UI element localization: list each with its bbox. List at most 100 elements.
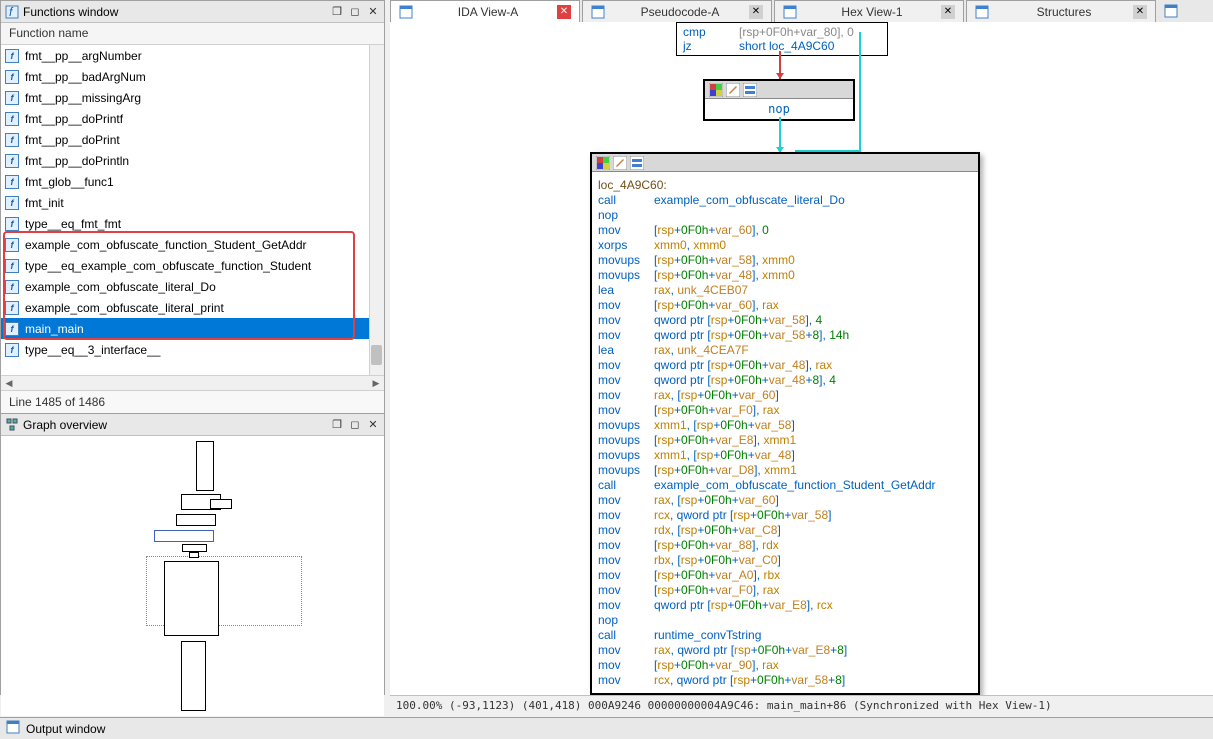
function-row[interactable]: ffmt__pp__missingArg: [1, 87, 369, 108]
tab-close-button[interactable]: ✕: [1133, 5, 1147, 19]
operands: rax, qword ptr [rsp+0F0h+var_E8+8]: [654, 643, 847, 658]
graph-node[interactable]: [182, 544, 207, 552]
asm-line[interactable]: movqword ptr [rsp+0F0h+var_48+8], 4: [598, 373, 972, 388]
function-row[interactable]: fmain_main: [1, 318, 369, 339]
tab-close-button[interactable]: ✕: [557, 5, 571, 19]
function-row[interactable]: fexample_com_obfuscate_function_Student_…: [1, 234, 369, 255]
functions-scrollbar-horizontal[interactable]: ◀ ▶: [1, 375, 384, 390]
asm-line[interactable]: movrbx, [rsp+0F0h+var_C0]: [598, 553, 972, 568]
tab-close-button[interactable]: ✕: [749, 5, 763, 19]
asm-line[interactable]: movups[rsp+0F0h+var_D8], xmm1: [598, 463, 972, 478]
graph-node[interactable]: [181, 641, 206, 711]
tab-structures[interactable]: Structures✕: [966, 0, 1156, 22]
asm-line[interactable]: callexample_com_obfuscate_function_Stude…: [598, 478, 972, 493]
group-icon[interactable]: [743, 83, 757, 97]
disassembly-listing[interactable]: loc_4A9C60:callexample_com_obfuscate_lit…: [592, 172, 978, 694]
color-icon[interactable]: [596, 156, 610, 170]
asm-line[interactable]: mov[rsp+0F0h+var_60], 0: [598, 223, 972, 238]
output-window-bar[interactable]: Output window: [0, 717, 1213, 739]
graph-node[interactable]: [210, 499, 232, 509]
asm-line[interactable]: movupsxmm1, [rsp+0F0h+var_58]: [598, 418, 972, 433]
asm-line[interactable]: mov[rsp+0F0h+var_A0], rbx: [598, 568, 972, 583]
asm-line[interactable]: movqword ptr [rsp+0F0h+var_48], rax: [598, 358, 972, 373]
graph-restore-button[interactable]: ❐: [330, 418, 344, 432]
asm-line[interactable]: xorpsxmm0, xmm0: [598, 238, 972, 253]
mnemonic: xorps: [598, 238, 654, 253]
scroll-left-icon[interactable]: ◀: [3, 377, 15, 389]
function-name-label: type__eq_example_com_obfuscate_function_…: [25, 259, 311, 273]
function-row[interactable]: fexample_com_obfuscate_literal_Do: [1, 276, 369, 297]
asm-line[interactable]: movrax, [rsp+0F0h+var_60]: [598, 388, 972, 403]
functions-window-titlebar[interactable]: f Functions window ❐ ◻ ✕: [1, 1, 384, 23]
asm-line[interactable]: learax, unk_4CEB07: [598, 283, 972, 298]
asm-line[interactable]: learax, unk_4CEA7F: [598, 343, 972, 358]
graph-maximize-button[interactable]: ◻: [348, 418, 362, 432]
color-icon[interactable]: [709, 83, 723, 97]
asm-line[interactable]: movqword ptr [rsp+0F0h+var_58], 4: [598, 313, 972, 328]
tab-ida-view-a[interactable]: IDA View-A✕: [390, 0, 580, 22]
asm-line[interactable]: movrcx, qword ptr [rsp+0F0h+var_58]: [598, 508, 972, 523]
asm-line[interactable]: mov[rsp+0F0h+var_90], rax: [598, 658, 972, 673]
functions-scrollbar-vertical[interactable]: [369, 45, 384, 375]
asm-line[interactable]: movrax, qword ptr [rsp+0F0h+var_E8+8]: [598, 643, 972, 658]
function-row[interactable]: ffmt__pp__badArgNum: [1, 66, 369, 87]
asm-line[interactable]: movrax, [rsp+0F0h+var_60]: [598, 493, 972, 508]
function-row[interactable]: ffmt__pp__argNumber: [1, 45, 369, 66]
graph-close-button[interactable]: ✕: [366, 418, 380, 432]
asm-line[interactable]: movupsxmm1, [rsp+0F0h+var_48]: [598, 448, 972, 463]
graph-node[interactable]: [196, 441, 214, 491]
mnemonic: call: [598, 628, 654, 643]
asm-line[interactable]: loc_4A9C60:: [598, 178, 972, 193]
function-row[interactable]: ftype__eq_example_com_obfuscate_function…: [1, 255, 369, 276]
maximize-button[interactable]: ◻: [348, 5, 362, 19]
graph-node[interactable]: [189, 552, 199, 558]
function-row[interactable]: ffmt__pp__doPrintln: [1, 150, 369, 171]
edit-icon[interactable]: [726, 83, 740, 97]
tab-close-button[interactable]: ✕: [941, 5, 955, 19]
operands: [rsp+0F0h+var_58], xmm0: [654, 253, 795, 268]
function-row[interactable]: ffmt__pp__doPrint: [1, 129, 369, 150]
restore-button[interactable]: ❐: [330, 5, 344, 19]
asm-line[interactable]: mov[rsp+0F0h+var_F0], rax: [598, 403, 972, 418]
function-row[interactable]: fexample_com_obfuscate_literal_print: [1, 297, 369, 318]
scroll-right-icon[interactable]: ▶: [370, 377, 382, 389]
graph-node[interactable]: [176, 514, 216, 526]
function-name-label: example_com_obfuscate_function_Student_G…: [25, 238, 307, 252]
asm-line[interactable]: nop: [598, 613, 972, 628]
scrollbar-thumb[interactable]: [371, 345, 382, 365]
function-row[interactable]: ftype__eq_fmt_fmt: [1, 213, 369, 234]
asm-line[interactable]: movrcx, qword ptr [rsp+0F0h+var_58+8]: [598, 673, 972, 688]
function-row[interactable]: ftype__eq__3_interface__: [1, 339, 369, 360]
asm-line[interactable]: movups[rsp+0F0h+var_E8], xmm1: [598, 433, 972, 448]
asm-line[interactable]: mov[rsp+0F0h+var_88], rdx: [598, 538, 972, 553]
tab-hex-view-1[interactable]: Hex View-1✕: [774, 0, 964, 22]
group-icon[interactable]: [630, 156, 644, 170]
asm-line[interactable]: callruntime_convTstring: [598, 628, 972, 643]
asm-line[interactable]: movups[rsp+0F0h+var_58], xmm0: [598, 253, 972, 268]
asm-line[interactable]: movrdx, [rsp+0F0h+var_C8]: [598, 523, 972, 538]
tab-pseudocode-a[interactable]: Pseudocode-A✕: [582, 0, 772, 22]
asm-line[interactable]: movqword ptr [rsp+0F0h+var_58+8], 14h: [598, 328, 972, 343]
edit-icon[interactable]: [613, 156, 627, 170]
asm-line[interactable]: nop: [598, 208, 972, 223]
close-button[interactable]: ✕: [366, 5, 380, 19]
graph-overview-body[interactable]: [1, 436, 384, 716]
graph-node-nop[interactable]: nop: [703, 79, 855, 121]
functions-list[interactable]: ffmt__pp__argNumberffmt__pp__badArgNumff…: [1, 45, 384, 375]
ida-view-a[interactable]: cmp[rsp+0F0h+var_80], 0 jzshort loc_4A9C…: [390, 22, 1213, 695]
function-row[interactable]: ffmt_init: [1, 192, 369, 213]
asm-line[interactable]: callexample_com_obfuscate_literal_Do: [598, 193, 972, 208]
asm-line[interactable]: movqword ptr [rsp+0F0h+var_E8], rcx: [598, 598, 972, 613]
asm-line[interactable]: mov[rsp+0F0h+var_F0], rax: [598, 583, 972, 598]
operands: [rsp+0F0h+var_48], xmm0: [654, 268, 795, 283]
function-row[interactable]: ffmt_glob__func1: [1, 171, 369, 192]
asm-line[interactable]: mov[rsp+0F0h+var_60], rax: [598, 298, 972, 313]
function-row[interactable]: ffmt__pp__doPrintf: [1, 108, 369, 129]
asm-line[interactable]: movups[rsp+0F0h+var_48], xmm0: [598, 268, 972, 283]
graph-node[interactable]: [154, 530, 214, 542]
graph-overview-titlebar[interactable]: Graph overview ❐ ◻ ✕: [1, 414, 384, 436]
column-header-function-name[interactable]: Function name: [1, 23, 384, 45]
graph-node-main[interactable]: loc_4A9C60:callexample_com_obfuscate_lit…: [590, 152, 980, 695]
graph-node[interactable]: [164, 561, 219, 636]
tab-overflow-icon[interactable]: [1158, 0, 1184, 22]
